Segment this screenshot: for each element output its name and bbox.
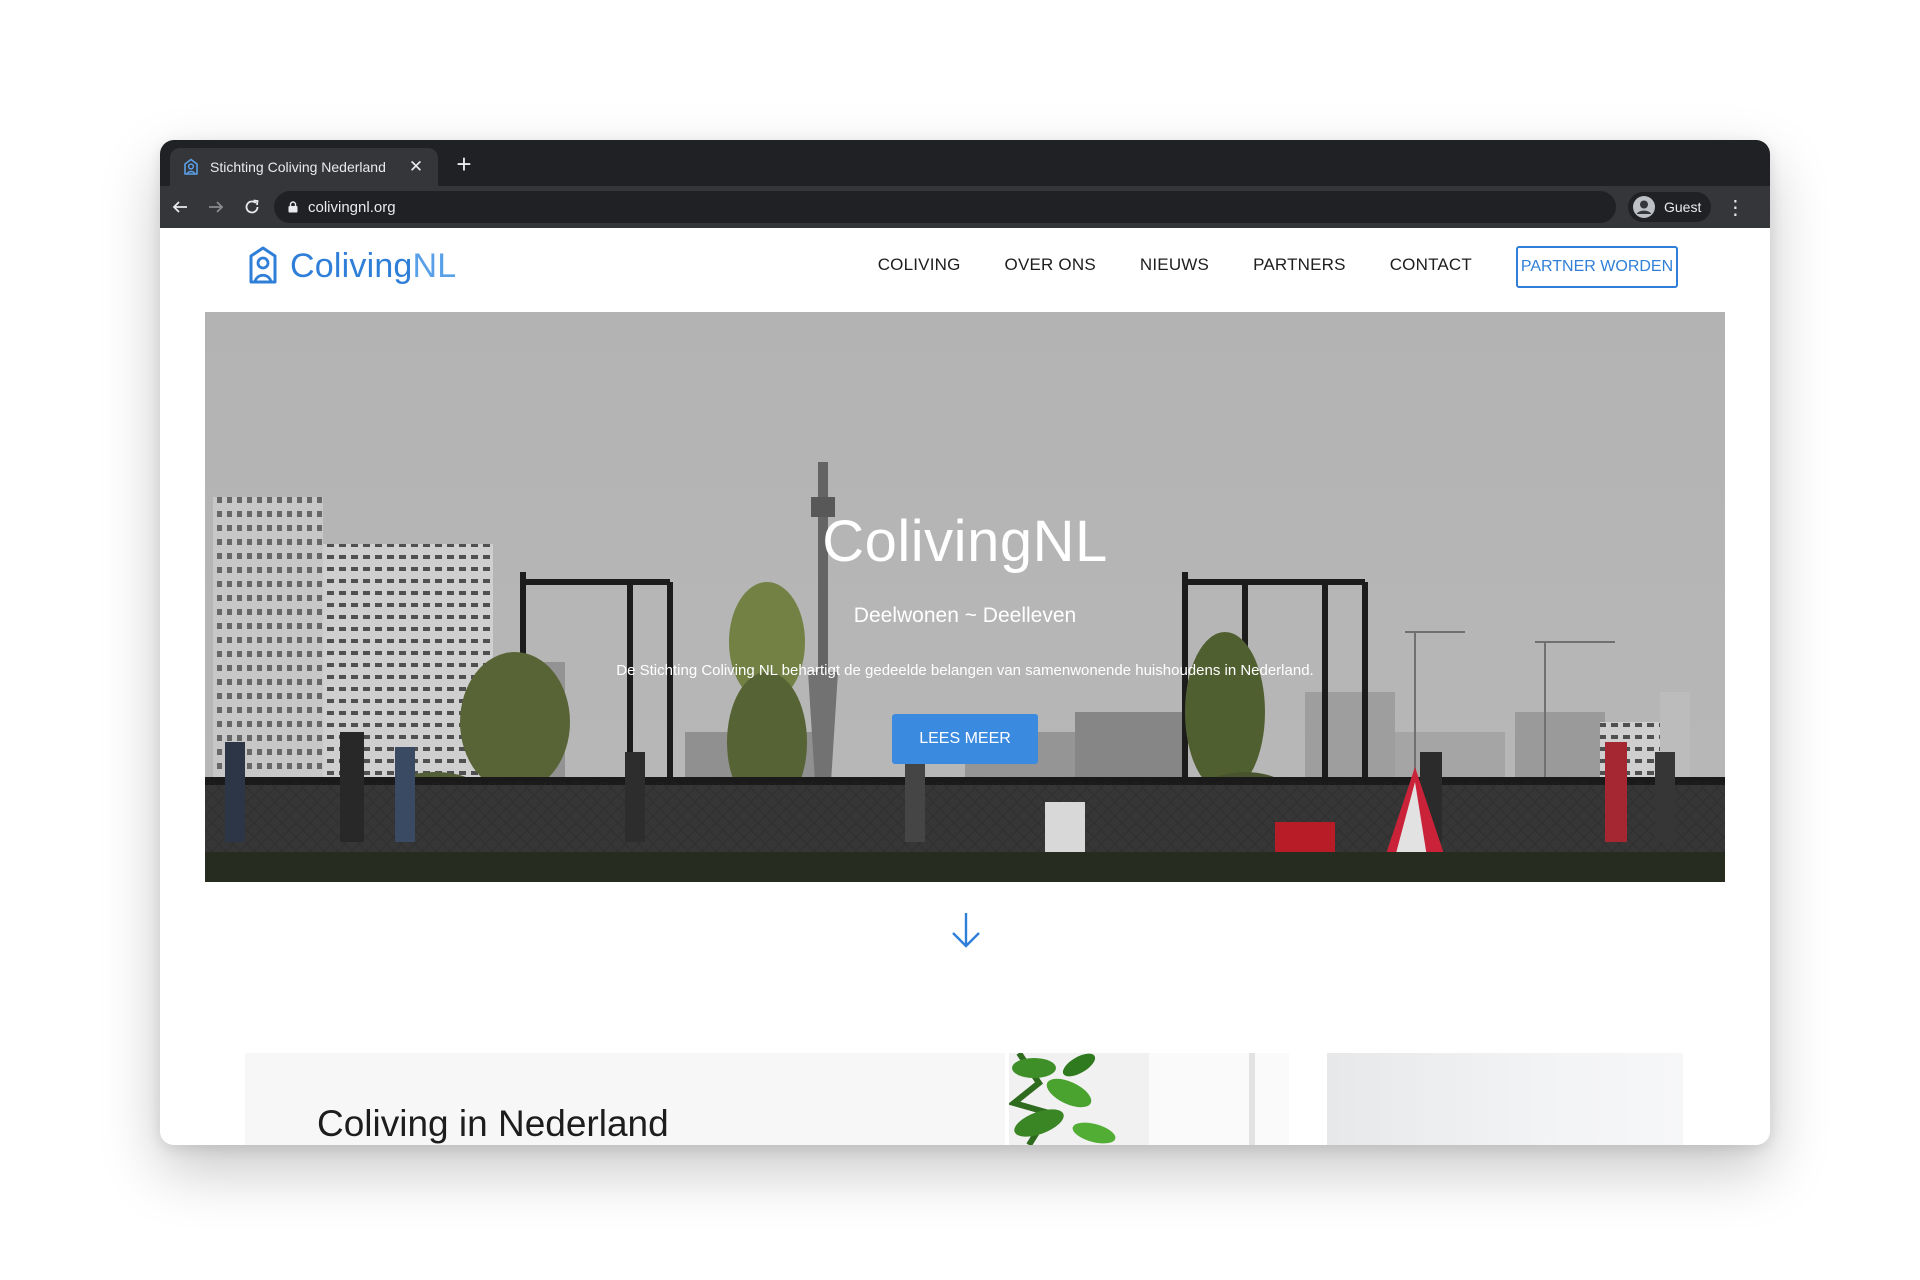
logo-text-main: Coliving xyxy=(290,246,413,285)
close-icon[interactable]: ✕ xyxy=(406,157,426,177)
nav-nieuws[interactable]: NIEUWS xyxy=(1140,255,1209,275)
back-arrow-icon[interactable] xyxy=(164,191,196,223)
reload-icon[interactable] xyxy=(236,191,268,223)
logo-text: ColivingNL xyxy=(290,247,456,286)
nav-coliving[interactable]: COLIVING xyxy=(878,255,961,275)
tab-title: Stichting Coliving Nederland xyxy=(210,159,386,175)
hero-description: De Stichting Coliving NL behartigt de ge… xyxy=(616,662,1314,679)
home-person-icon xyxy=(248,246,278,286)
main-nav: COLIVING OVER ONS NIEUWS PARTNERS CONTAC… xyxy=(834,255,1472,275)
browser-toolbar: colivingnl.org Guest ⋮ xyxy=(160,186,1770,228)
site-header: ColivingNL COLIVING OVER ONS NIEUWS PART… xyxy=(160,228,1770,312)
hero-banner: ColivingNL Deelwonen ~ Deelleven De Stic… xyxy=(205,312,1725,882)
intro-card: Coliving in Nederland xyxy=(245,1053,1005,1145)
guest-profile-icon xyxy=(1632,195,1656,219)
logo-text-suffix: NL xyxy=(412,246,457,285)
tab-strip: Stichting Coliving Nederland ✕ + xyxy=(160,140,1770,186)
intro-section: Coliving in Nederland xyxy=(245,1053,1685,1145)
section-title: Coliving in Nederland xyxy=(317,1103,669,1144)
forward-arrow-icon[interactable] xyxy=(200,191,232,223)
nav-over-ons[interactable]: OVER ONS xyxy=(1005,255,1096,275)
lees-meer-button[interactable]: LEES MEER xyxy=(892,714,1038,764)
address-bar[interactable]: colivingnl.org xyxy=(274,191,1616,223)
nav-contact[interactable]: CONTACT xyxy=(1390,255,1472,275)
browser-tab[interactable]: Stichting Coliving Nederland ✕ xyxy=(170,148,438,186)
down-arrow-icon[interactable] xyxy=(948,910,984,950)
profile-button[interactable]: Guest xyxy=(1628,192,1712,222)
nav-partners[interactable]: PARTNERS xyxy=(1253,255,1346,275)
url-text: colivingnl.org xyxy=(308,198,396,216)
hero-title: ColivingNL xyxy=(822,509,1108,574)
partner-worden-button[interactable]: PARTNER WORDEN xyxy=(1516,246,1678,288)
page-viewport: ColivingNL COLIVING OVER ONS NIEUWS PART… xyxy=(160,228,1770,1145)
section-image-room xyxy=(1327,1053,1683,1145)
hero-content: ColivingNL Deelwonen ~ Deelleven De Stic… xyxy=(205,312,1725,882)
kebab-menu-icon[interactable]: ⋮ xyxy=(1725,195,1745,220)
hero-subtitle: Deelwonen ~ Deelleven xyxy=(853,604,1077,627)
section-image-plant xyxy=(1009,1053,1289,1145)
site-logo[interactable]: ColivingNL xyxy=(248,246,456,286)
browser-window: Stichting Coliving Nederland ✕ + colivin… xyxy=(160,140,1770,1145)
lock-icon xyxy=(288,201,298,213)
profile-label: Guest xyxy=(1664,199,1702,215)
plus-icon[interactable]: + xyxy=(450,151,478,177)
home-person-icon xyxy=(182,158,200,176)
